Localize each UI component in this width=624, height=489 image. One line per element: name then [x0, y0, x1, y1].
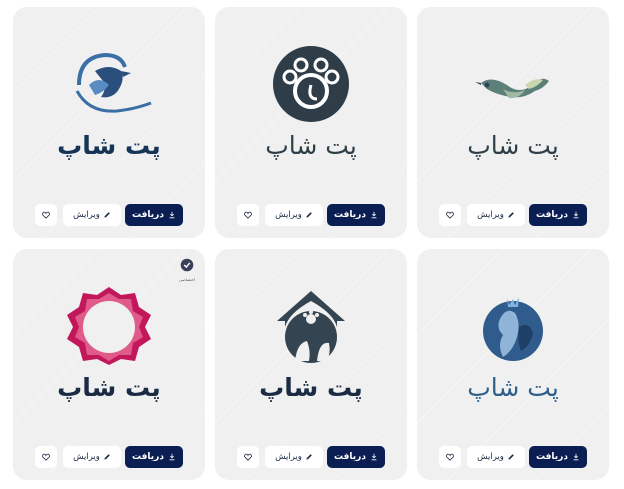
- download-button[interactable]: دریافت: [529, 446, 587, 468]
- pencil-icon: [508, 212, 514, 218]
- logo-card[interactable]: پت شاپ ویرایش دریافت: [417, 7, 609, 238]
- brand-name: پت شاپ: [57, 373, 161, 402]
- edit-button[interactable]: ویرایش: [265, 446, 323, 468]
- download-button[interactable]: دریافت: [327, 446, 385, 468]
- badge-label: اختصاصی: [178, 277, 196, 282]
- download-icon: [169, 453, 175, 461]
- eagle-swoosh-logo-icon: [13, 45, 205, 123]
- logo-card[interactable]: پت شاپ ویرایش دریافت: [215, 249, 407, 480]
- card-actions: ویرایش دریافت: [237, 446, 385, 468]
- heart-icon: [244, 453, 252, 461]
- pencil-icon: [306, 212, 312, 218]
- edit-button[interactable]: ویرایش: [265, 204, 323, 226]
- download-label: دریافت: [536, 210, 568, 220]
- download-label: دریافت: [536, 452, 568, 462]
- pink-octagon-frame-logo-icon: [13, 287, 205, 365]
- download-label: دریافت: [334, 210, 366, 220]
- like-button[interactable]: [237, 204, 259, 226]
- edit-label: ویرایش: [73, 210, 100, 220]
- like-button[interactable]: [439, 446, 461, 468]
- heart-icon: [446, 211, 454, 219]
- pencil-icon: [508, 454, 514, 460]
- pencil-icon: [104, 212, 110, 218]
- heart-icon: [42, 453, 50, 461]
- edit-label: ویرایش: [275, 210, 302, 220]
- house-cat-dog-logo-icon: [215, 287, 407, 365]
- edit-label: ویرایش: [73, 452, 100, 462]
- download-button[interactable]: دریافت: [327, 204, 385, 226]
- download-icon: [371, 211, 377, 219]
- pencil-icon: [306, 454, 312, 460]
- download-button[interactable]: دریافت: [529, 204, 587, 226]
- heart-icon: [42, 211, 50, 219]
- card-actions: ویرایش دریافت: [439, 446, 587, 468]
- card-actions: ویرایش دریافت: [439, 204, 587, 226]
- like-button[interactable]: [237, 446, 259, 468]
- download-label: دریافت: [132, 210, 164, 220]
- logo-grid: پت شاپ ویرایش دریافت پت شاپ ویرایش دریاف…: [0, 0, 624, 489]
- heart-icon: [446, 453, 454, 461]
- brand-name: پت شاپ: [265, 131, 357, 160]
- logo-card[interactable]: پت شاپ ویرایش دریافت: [417, 249, 609, 480]
- download-button[interactable]: دریافت: [125, 446, 183, 468]
- cat-dog-globe-logo-icon: [417, 287, 609, 365]
- download-icon: [371, 453, 377, 461]
- brand-name: پت شاپ: [57, 131, 161, 160]
- download-icon: [573, 453, 579, 461]
- brand-name: پت شاپ: [467, 131, 559, 160]
- edit-button[interactable]: ویرایش: [467, 446, 525, 468]
- like-button[interactable]: [35, 446, 57, 468]
- exclusive-badge: اختصاصی: [177, 257, 197, 282]
- logo-card[interactable]: اختصاصی پت شاپ ویرایش دریافت: [13, 249, 205, 480]
- download-label: دریافت: [334, 452, 366, 462]
- edit-button[interactable]: ویرایش: [63, 446, 121, 468]
- paw-circle-logo-icon: [215, 45, 407, 123]
- logo-card[interactable]: پت شاپ ویرایش دریافت: [13, 7, 205, 238]
- download-button[interactable]: دریافت: [125, 204, 183, 226]
- card-actions: ویرایش دریافت: [35, 204, 183, 226]
- brand-name: پت شاپ: [467, 373, 559, 402]
- logo-card[interactable]: پت شاپ ویرایش دریافت: [215, 7, 407, 238]
- edit-label: ویرایش: [275, 452, 302, 462]
- edit-label: ویرایش: [477, 210, 504, 220]
- download-icon: [573, 211, 579, 219]
- pencil-icon: [104, 454, 110, 460]
- brand-name: پت شاپ: [259, 373, 363, 402]
- edit-button[interactable]: ویرایش: [467, 204, 525, 226]
- verified-badge-icon: [180, 258, 194, 272]
- heart-icon: [244, 211, 252, 219]
- download-icon: [169, 211, 175, 219]
- bird-logo-icon: [417, 45, 609, 123]
- edit-button[interactable]: ویرایش: [63, 204, 121, 226]
- like-button[interactable]: [439, 204, 461, 226]
- download-label: دریافت: [132, 452, 164, 462]
- edit-label: ویرایش: [477, 452, 504, 462]
- card-actions: ویرایش دریافت: [237, 204, 385, 226]
- card-actions: ویرایش دریافت: [35, 446, 183, 468]
- like-button[interactable]: [35, 204, 57, 226]
